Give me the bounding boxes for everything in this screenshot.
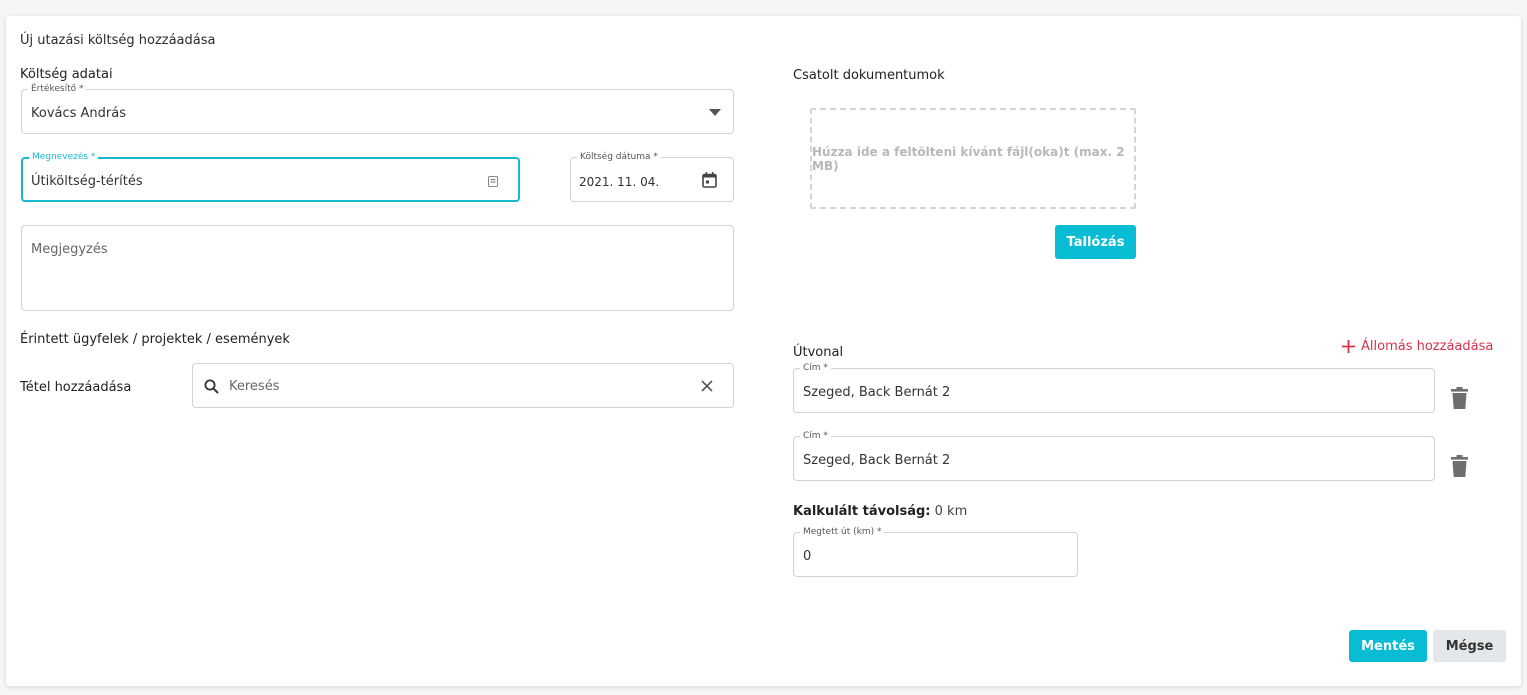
search-input[interactable]: Keresés bbox=[229, 379, 279, 394]
drag-handle-icon[interactable] bbox=[1482, 392, 1501, 404]
calendar-icon[interactable] bbox=[702, 172, 717, 188]
route-stop-1-input[interactable]: Szeged, Back Bernát 2 bbox=[803, 385, 950, 400]
plus-icon bbox=[1342, 340, 1355, 353]
route-stop-2-label: Cím * bbox=[800, 430, 831, 442]
add-stop-link[interactable]: Állomás hozzáadása bbox=[1342, 339, 1493, 354]
date-input[interactable]: 2021. 11. 04. bbox=[579, 175, 659, 189]
autofill-icon[interactable] bbox=[488, 176, 498, 187]
name-label: Megnevezés * bbox=[29, 151, 99, 163]
add-item-label: Tétel hozzáadása bbox=[20, 380, 132, 395]
distance-input[interactable]: 0 bbox=[803, 549, 811, 564]
note-textarea[interactable]: Megjegyzés bbox=[21, 225, 734, 311]
route-stop-1-field[interactable]: Cím * Szeged, Back Bernát 2 bbox=[793, 362, 1435, 413]
date-field[interactable]: Költség dátuma * 2021. 11. 04. bbox=[570, 151, 734, 202]
cancel-button[interactable]: Mégse bbox=[1433, 630, 1506, 662]
salesperson-label: Értékesítő * bbox=[28, 83, 87, 95]
trash-icon[interactable] bbox=[1451, 387, 1468, 409]
drag-handle-icon[interactable] bbox=[1482, 460, 1501, 472]
distance-field[interactable]: Megtett út (km) * 0 bbox=[793, 526, 1078, 577]
route-stop-2-field[interactable]: Cím * Szeged, Back Bernát 2 bbox=[793, 430, 1435, 481]
salesperson-value: Kovács András bbox=[31, 106, 127, 121]
route-stop-2-input[interactable]: Szeged, Back Bernát 2 bbox=[803, 453, 950, 468]
clear-icon[interactable] bbox=[701, 380, 713, 392]
search-field[interactable]: Keresés bbox=[192, 363, 734, 408]
add-stop-label: Állomás hozzáadása bbox=[1361, 339, 1494, 354]
distance-label: Megtett út (km) * bbox=[800, 526, 885, 538]
calculated-distance-label: Kalkulált távolság: bbox=[793, 504, 931, 519]
salesperson-select[interactable]: Értékesítő * Kovács András bbox=[21, 83, 734, 134]
calculated-distance-value: 0 km bbox=[934, 504, 968, 519]
expense-section-title: Költség adatai bbox=[20, 67, 113, 82]
dropzone-text: Húzza ide a feltölteni kívánt fájl(oka)t… bbox=[812, 144, 1125, 173]
date-label: Költség dátuma * bbox=[577, 151, 661, 163]
calculated-distance: Kalkulált távolság: 0 km bbox=[793, 504, 967, 519]
route-stop-1-label: Cím * bbox=[800, 362, 831, 374]
name-input[interactable]: Útiköltség-térítés bbox=[31, 174, 143, 189]
save-button[interactable]: Mentés bbox=[1349, 630, 1427, 662]
related-section-title: Érintett ügyfelek / projektek / eseménye… bbox=[20, 332, 290, 347]
note-placeholder: Megjegyzés bbox=[31, 242, 108, 257]
dialog-title: Új utazási költség hozzáadása bbox=[20, 33, 216, 48]
name-field[interactable]: Megnevezés * Útiköltség-térítés bbox=[21, 151, 520, 202]
trash-icon[interactable] bbox=[1451, 455, 1468, 477]
chevron-down-icon[interactable] bbox=[709, 108, 721, 116]
route-section-title: Útvonal bbox=[793, 345, 844, 360]
browse-button[interactable]: Tallózás bbox=[1055, 225, 1136, 259]
search-icon bbox=[204, 379, 219, 394]
dialog-card: Új utazási költség hozzáadása Költség ad… bbox=[6, 16, 1521, 686]
file-dropzone[interactable]: Húzza ide a feltölteni kívánt fájl(oka)t… bbox=[810, 108, 1136, 209]
attachments-section-title: Csatolt dokumentumok bbox=[793, 68, 945, 83]
